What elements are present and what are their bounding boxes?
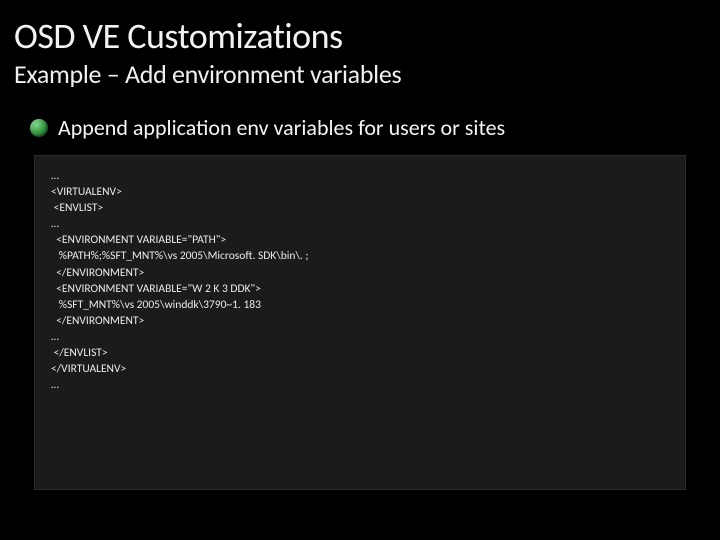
bullet-row: Append application env variables for use… bbox=[0, 90, 720, 141]
bullet-text: Append application env variables for use… bbox=[58, 114, 505, 141]
code-block: … <VIRTUALENV> <ENVLIST> … <ENVIRONMENT … bbox=[34, 155, 686, 490]
green-sphere-icon bbox=[30, 119, 48, 137]
slide-subtitle: Example – Add environment variables bbox=[0, 54, 720, 90]
slide: OSD VE Customizations Example – Add envi… bbox=[0, 0, 720, 540]
slide-title: OSD VE Customizations bbox=[0, 0, 720, 54]
